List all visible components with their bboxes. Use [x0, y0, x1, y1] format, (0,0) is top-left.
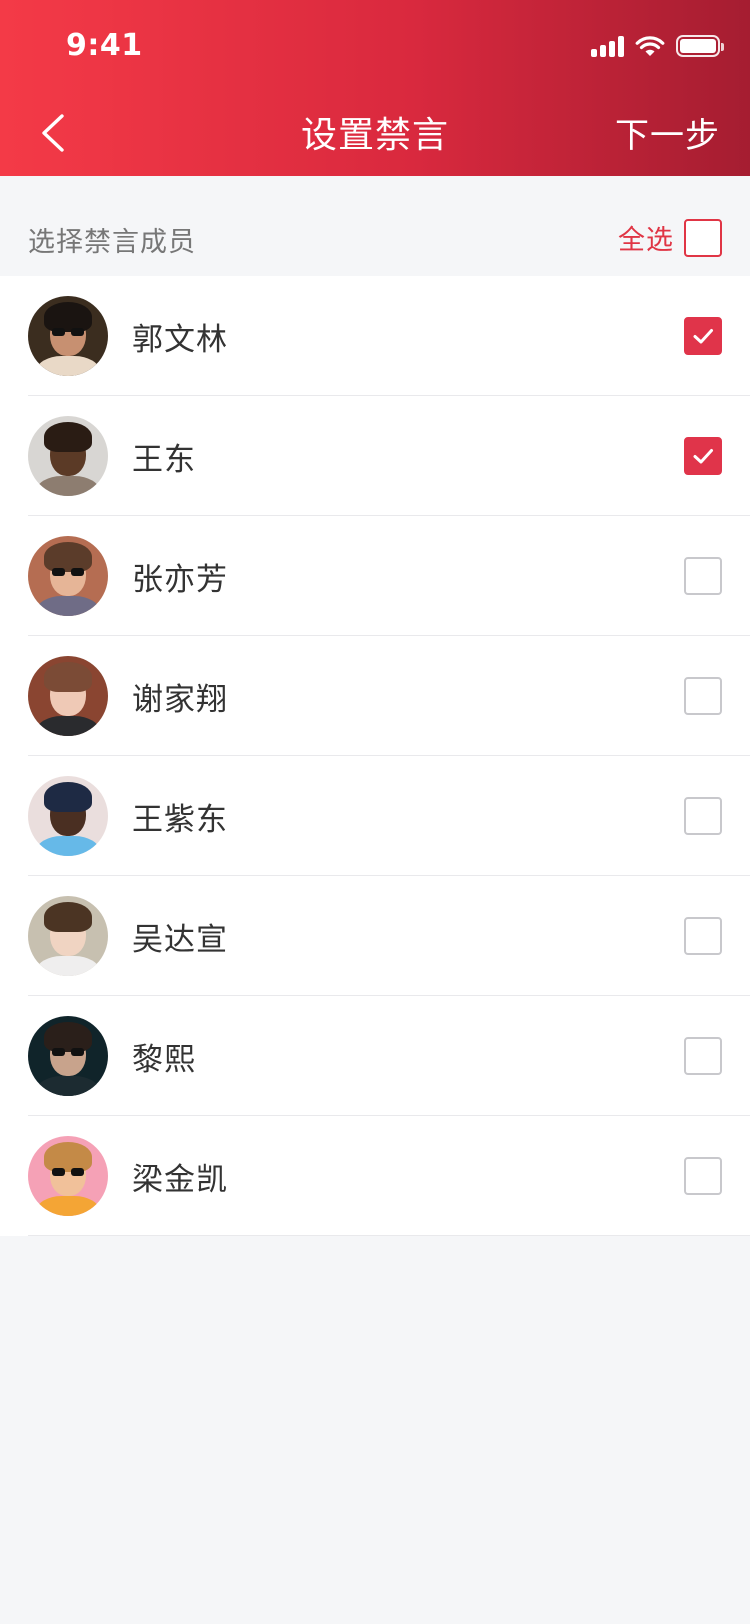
status-time: 9:41	[66, 28, 143, 63]
list-item[interactable]: 谢家翔	[0, 636, 750, 756]
checkmark-icon	[693, 329, 713, 344]
member-checkbox[interactable]	[684, 797, 722, 835]
list-item[interactable]: 王东	[0, 396, 750, 516]
avatar	[28, 416, 108, 496]
empty-area	[0, 1236, 750, 1624]
member-checkbox[interactable]	[684, 437, 722, 475]
select-members-label: 选择禁言成员	[28, 227, 196, 258]
avatar	[28, 656, 108, 736]
status-icons	[591, 34, 724, 58]
member-name: 梁金凯	[132, 1161, 228, 1198]
avatar	[28, 776, 108, 856]
select-bar: 选择禁言成员 全选	[0, 176, 750, 276]
member-name: 张亦芳	[132, 561, 228, 598]
list-item[interactable]: 黎熙	[0, 996, 750, 1116]
member-checkbox[interactable]	[684, 1157, 722, 1195]
member-checkbox[interactable]	[684, 917, 722, 955]
member-list: 郭文林王东张亦芳谢家翔王紫东吴达宣黎熙梁金凯	[0, 276, 750, 1236]
member-name: 郭文林	[132, 321, 228, 358]
checkmark-icon	[693, 449, 713, 464]
member-checkbox[interactable]	[684, 557, 722, 595]
avatar	[28, 1136, 108, 1216]
member-checkbox[interactable]	[684, 677, 722, 715]
list-item[interactable]: 吴达宣	[0, 876, 750, 996]
select-all-checkbox[interactable]	[684, 218, 722, 257]
member-name: 吴达宣	[132, 921, 228, 958]
avatar	[28, 1016, 108, 1096]
member-name: 王东	[132, 441, 196, 478]
signal-icon	[591, 35, 624, 57]
member-checkbox[interactable]	[684, 1037, 722, 1075]
avatar	[28, 296, 108, 376]
battery-icon	[676, 35, 724, 57]
select-all-toggle[interactable]: 全选	[618, 218, 722, 257]
app-screen: 9:41 设置禁言 下一步 选择禁言成员 全选 郭文林王东张亦芳谢家翔王紫东吴达…	[0, 0, 750, 1624]
avatar	[28, 896, 108, 976]
next-step-button[interactable]: 下一步	[615, 108, 720, 157]
header: 9:41 设置禁言 下一步	[0, 0, 750, 176]
member-name: 谢家翔	[132, 681, 228, 718]
list-item[interactable]: 王紫东	[0, 756, 750, 876]
member-checkbox[interactable]	[684, 317, 722, 355]
wifi-icon	[635, 36, 665, 56]
member-name: 黎熙	[132, 1041, 196, 1078]
avatar	[28, 536, 108, 616]
list-item[interactable]: 梁金凯	[0, 1116, 750, 1236]
select-all-label: 全选	[618, 225, 674, 256]
list-item[interactable]: 郭文林	[0, 276, 750, 396]
list-item[interactable]: 张亦芳	[0, 516, 750, 636]
member-name: 王紫东	[132, 801, 228, 838]
